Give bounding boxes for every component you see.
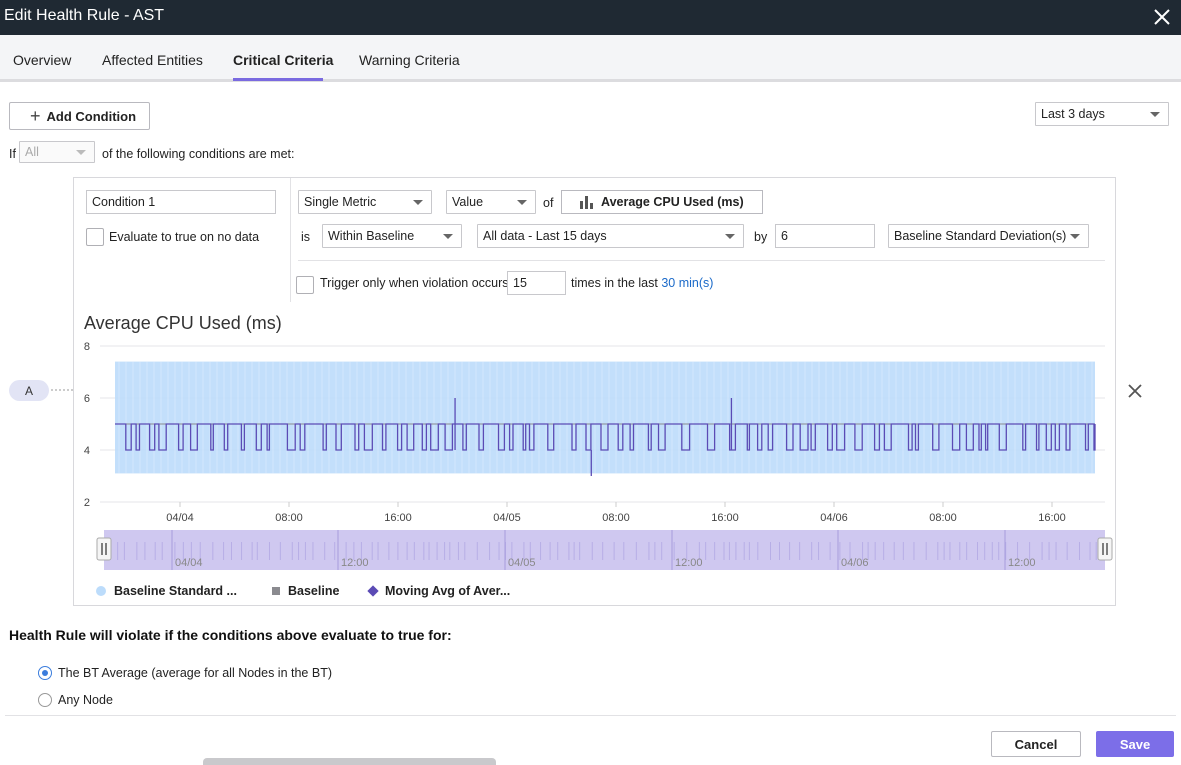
legend-item-moving-avg[interactable]: Moving Avg of Aver...: [367, 584, 511, 598]
x-tick-label: 16:00: [384, 512, 412, 524]
remove-condition-icon[interactable]: [1127, 383, 1143, 399]
legend-label: Baseline Standard ...: [114, 584, 237, 598]
x-tick-label: 04/06: [820, 512, 848, 524]
horizontal-scrollbar[interactable]: [203, 758, 496, 765]
y-tick-label: 8: [84, 341, 90, 353]
footer-divider: [5, 715, 1176, 716]
x-tick-label: 16:00: [1038, 512, 1066, 524]
legend-item-std-dev[interactable]: Baseline Standard ...: [96, 584, 237, 598]
navigator-left-handle[interactable]: [96, 537, 112, 561]
legend-label: Baseline: [288, 584, 340, 598]
circle-marker-icon: [96, 586, 106, 596]
y-tick-label: 6: [84, 393, 90, 405]
y-tick-label: 2: [84, 497, 90, 509]
legend-item-baseline[interactable]: Baseline: [272, 584, 339, 598]
navigator-tick-label: 12:00: [675, 557, 703, 569]
navigator-tick-label: 12:00: [341, 557, 369, 569]
navigator-tick-label: 04/06: [841, 557, 869, 569]
metric-chart: 8 6 4 2 04/04 08:00 16:00 04/05 08:00 16:00 04/06 0…: [51, 341, 1113, 570]
condition-badge: A: [9, 380, 49, 401]
baseline-band: [115, 361, 1095, 474]
navigator-range: [104, 530, 1105, 570]
radio-any-node-label: Any Node: [58, 693, 113, 707]
radio-any-node[interactable]: [38, 693, 52, 707]
y-tick-label: 4: [84, 445, 90, 457]
navigator-tick-label: 04/04: [175, 557, 203, 569]
violation-heading: Health Rule will violate if the conditio…: [9, 627, 452, 643]
square-marker-icon: [272, 587, 280, 595]
x-tick-label: 16:00: [711, 512, 739, 524]
x-tick-label: 04/05: [493, 512, 521, 524]
radio-bt-average[interactable]: [38, 666, 52, 680]
cancel-button[interactable]: Cancel: [991, 731, 1081, 757]
diamond-marker-icon: [367, 585, 379, 597]
x-tick-label: 08:00: [929, 512, 957, 524]
radio-bt-average-label: The BT Average (average for all Nodes in…: [58, 666, 332, 680]
x-tick-label: 08:00: [275, 512, 303, 524]
legend-label: Moving Avg of Aver...: [385, 584, 511, 598]
navigator-tick-label: 12:00: [1008, 557, 1036, 569]
navigator-tick-label: 04/05: [508, 557, 536, 569]
save-button[interactable]: Save: [1096, 731, 1174, 757]
x-tick-label: 04/04: [166, 512, 194, 524]
navigator-right-handle[interactable]: [1097, 537, 1113, 561]
x-tick-label: 08:00: [602, 512, 630, 524]
